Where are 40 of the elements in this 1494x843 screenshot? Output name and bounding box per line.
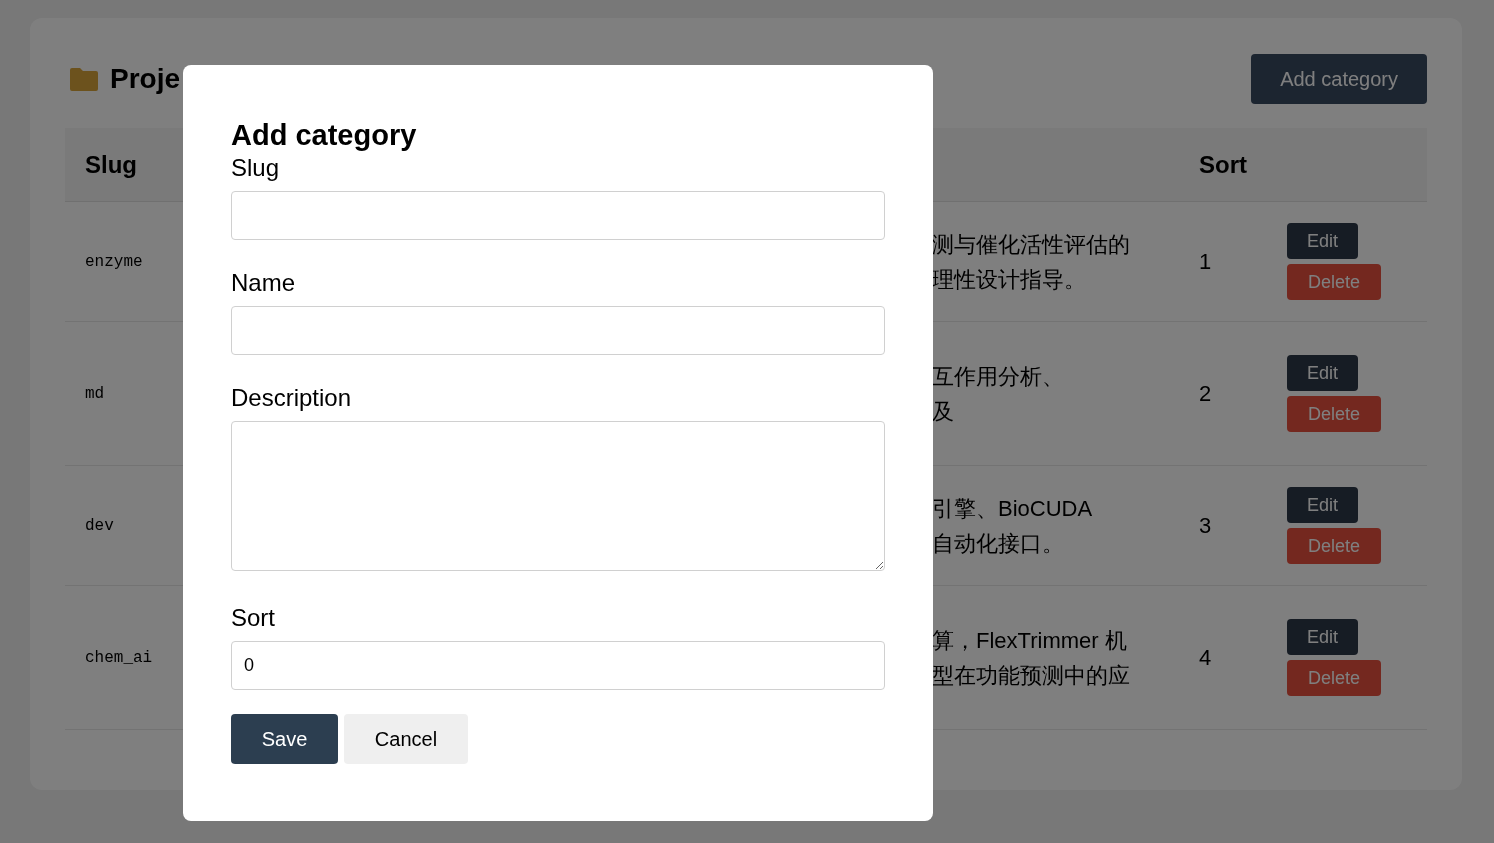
delete-button[interactable]: Delete [1287,264,1381,300]
description-line: 算，FlexTrimmer 机 [932,626,1128,655]
description-line: 互作用分析、 [932,362,1064,391]
edit-button[interactable]: Edit [1287,487,1358,523]
column-header: Sort [1199,149,1247,180]
add-category-button[interactable]: Add category [1251,54,1427,104]
table-cell-text: dev [84,515,114,537]
table-cell-text: md [84,383,105,405]
delete-button[interactable]: Delete [1287,660,1381,696]
folder-icon [70,67,98,91]
table-cell-text: 3 [1199,512,1212,540]
cancel-button[interactable]: Cancel [344,714,468,764]
table-cell-text: 4 [1199,644,1212,672]
edit-button[interactable]: Edit [1287,619,1358,655]
table-cell-text: 2 [1199,380,1212,408]
edit-button[interactable]: Edit [1287,355,1358,391]
table-cell-text: 1 [1199,248,1212,276]
delete-button[interactable]: Delete [1287,528,1381,564]
field-label: Name [231,268,297,298]
table-cell-text: enzyme [84,251,143,273]
description-line: 理性设计指导。 [932,265,1087,294]
description-line: 测与催化活性评估的 [932,230,1130,259]
dialog-title: Add category [231,118,418,153]
description-line: 引擎、BioCUDA [932,494,1093,523]
field-label: Description [231,383,353,413]
input-field[interactable] [231,191,885,240]
edit-button[interactable]: Edit [1287,223,1358,259]
description-line: 型在功能预测中的应 [932,661,1130,690]
input-field[interactable]: 0 [231,641,885,690]
input-field[interactable] [231,306,885,355]
description-line: 及 [932,397,955,426]
table-cell-text: chem_ai [84,647,153,669]
description-field[interactable] [231,421,885,571]
field-label: Sort [231,603,276,633]
page-title: Proje [110,62,181,96]
field-label: Slug [231,153,281,183]
description-line: 自动化接口。 [932,529,1065,558]
save-button[interactable]: Save [231,714,338,764]
delete-button[interactable]: Delete [1287,396,1381,432]
column-header: Slug [84,149,137,180]
